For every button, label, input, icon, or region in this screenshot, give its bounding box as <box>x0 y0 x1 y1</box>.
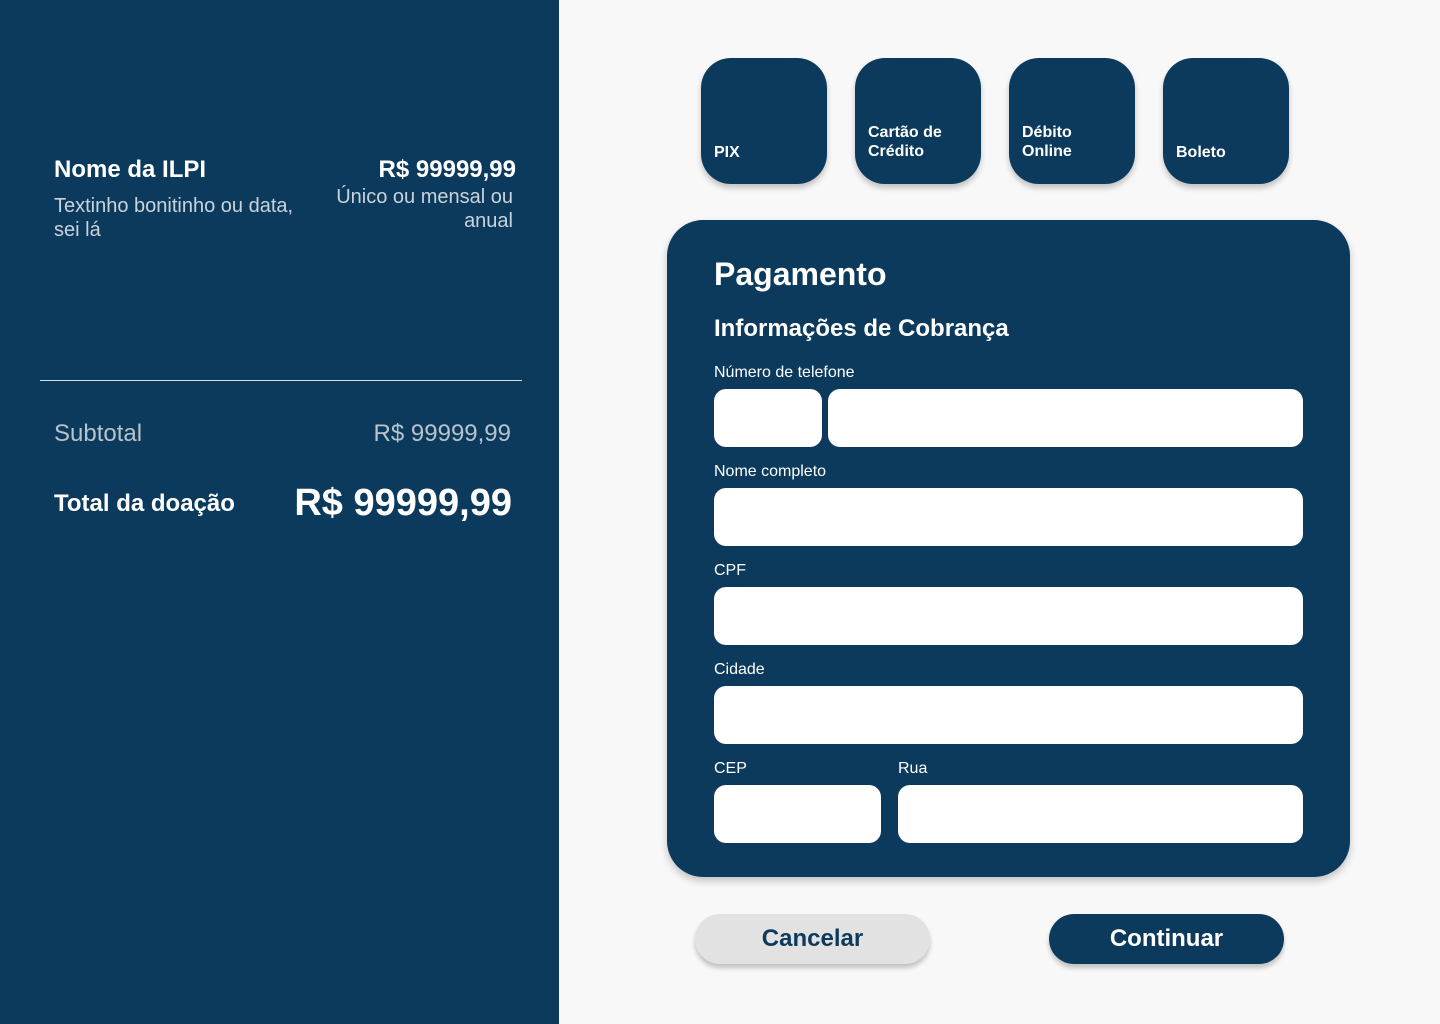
city-input[interactable] <box>714 686 1303 744</box>
payment-method-label: Cartão de Crédito <box>868 123 942 161</box>
city-label: Cidade <box>714 661 765 678</box>
total-value: R$ 99999,99 <box>294 482 512 524</box>
payment-method-label-line2: Online <box>1022 143 1072 160</box>
cpf-label: CPF <box>714 562 746 579</box>
cep-label: CEP <box>714 760 747 777</box>
full-name-label: Nome completo <box>714 463 827 480</box>
ilpi-price: R$ 99999,99 <box>378 156 516 183</box>
subtotal-label: Subtotal <box>54 420 143 447</box>
cpf-input[interactable] <box>714 587 1303 645</box>
phone-ddd-input[interactable] <box>714 389 822 447</box>
payment-method-label: Débito Online <box>1022 123 1072 161</box>
payment-title: Pagamento <box>714 256 887 292</box>
donation-summary-panel: Nome da ILPI Textinho bonitinho ou data,… <box>0 0 559 1024</box>
ilpi-name: Nome da ILPI <box>54 156 207 183</box>
cancel-button[interactable]: Cancelar <box>695 914 930 964</box>
ilpi-description: Textinho bonitinho ou data, sei lá <box>54 195 294 241</box>
payment-form-card: Pagamento Informações de Cobrança Número… <box>667 220 1350 877</box>
continue-button[interactable]: Continuar <box>1049 914 1284 964</box>
phone-number-input[interactable] <box>828 389 1303 447</box>
full-name-input[interactable] <box>714 488 1303 546</box>
payment-method-pix[interactable]: PIX <box>701 58 827 184</box>
payment-method-label: Boleto <box>1176 143 1226 162</box>
cep-input[interactable] <box>714 785 881 843</box>
payment-method-label-line2: Crédito <box>868 143 924 160</box>
payment-method-label-line1: Débito <box>1022 124 1072 141</box>
payment-method-label-line1: PIX <box>714 144 740 161</box>
payment-method-label-line1: Cartão de <box>868 124 942 141</box>
payment-method-online-debit[interactable]: Débito Online <box>1009 58 1135 184</box>
subtotal-value: R$ 99999,99 <box>373 420 511 447</box>
phone-label: Número de telefone <box>714 364 855 381</box>
donation-frequency: Único ou mensal ou anual <box>336 186 513 232</box>
total-label: Total da doação <box>54 490 235 517</box>
summary-divider <box>40 380 522 381</box>
billing-info-heading: Informações de Cobrança <box>714 315 1009 342</box>
payment-method-boleto[interactable]: Boleto <box>1163 58 1289 184</box>
payment-method-label: PIX <box>714 143 740 162</box>
payment-method-credit-card[interactable]: Cartão de Crédito <box>855 58 981 184</box>
street-input[interactable] <box>898 785 1303 843</box>
street-label: Rua <box>898 760 928 777</box>
payment-method-label-line1: Boleto <box>1176 144 1226 161</box>
